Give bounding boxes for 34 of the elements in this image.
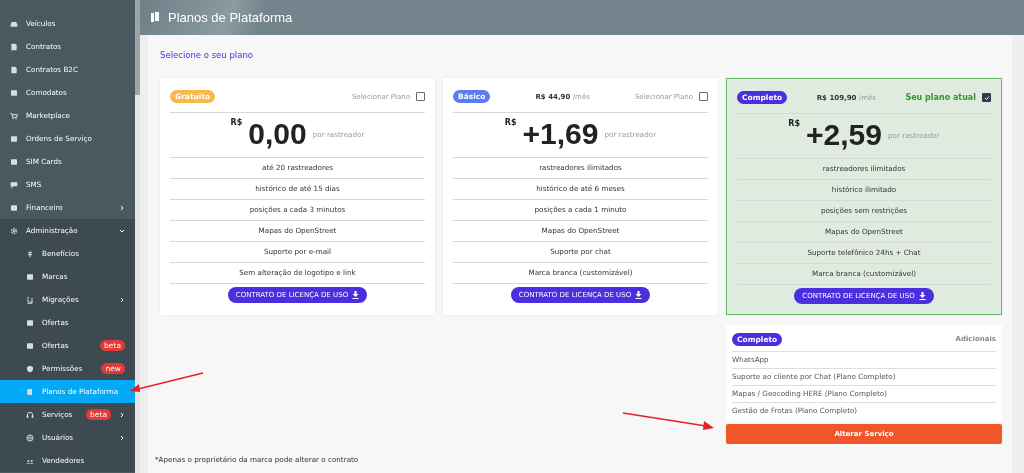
- box-icon: [10, 157, 18, 166]
- shield-icon: [26, 364, 34, 373]
- price-amount: +2,59: [806, 117, 882, 153]
- checkbox[interactable]: [699, 92, 708, 101]
- currency-symbol: R$: [230, 118, 243, 127]
- box-icon: [10, 134, 18, 143]
- headset-icon: [26, 410, 34, 419]
- download-icon: [352, 291, 360, 299]
- car-icon: [10, 19, 18, 28]
- box-icon: [26, 318, 34, 327]
- section-title: Selecione o seu plano: [160, 50, 254, 60]
- book-icon: [26, 387, 34, 396]
- doc-icon: [10, 65, 18, 74]
- chat-icon: [10, 180, 18, 189]
- box-icon: [26, 341, 34, 350]
- select-label: Seu plano atual: [905, 93, 976, 102]
- download-icon: [918, 292, 926, 300]
- gear-icon: [10, 226, 18, 235]
- price-amount: +1,69: [522, 116, 599, 152]
- download-icon: [635, 291, 643, 299]
- doc-icon: [10, 42, 18, 51]
- cart-icon: [10, 111, 18, 120]
- scrollbar[interactable]: [135, 0, 140, 473]
- currency-symbol: R$: [788, 119, 801, 128]
- book-icon: [150, 12, 160, 23]
- box-icon: [10, 88, 18, 97]
- box-icon: [26, 272, 34, 281]
- globe-icon: [26, 433, 34, 442]
- price-amount: 0,00: [248, 116, 307, 152]
- box-icon: [10, 203, 18, 212]
- page-title: Planos de Plataforma: [168, 10, 293, 25]
- checkbox[interactable]: [416, 92, 425, 101]
- checkbox[interactable]: [982, 93, 991, 102]
- currency-symbol: R$: [504, 118, 517, 127]
